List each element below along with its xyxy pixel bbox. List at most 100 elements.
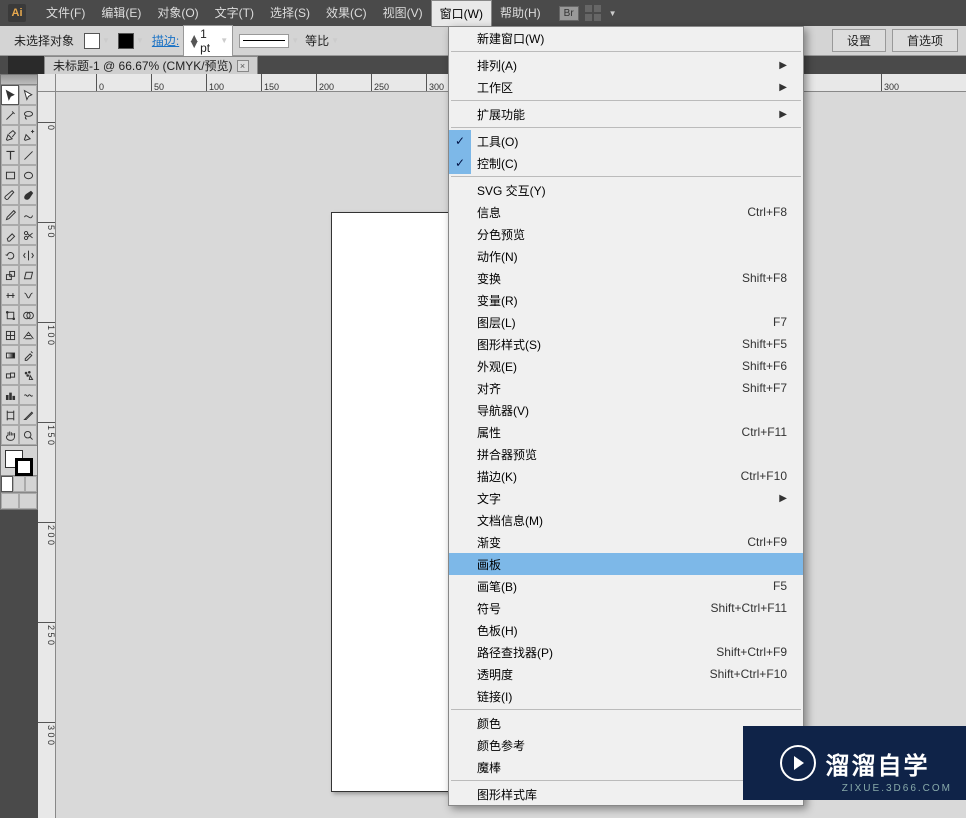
ellipse-tool[interactable] [19, 165, 37, 185]
lasso-tool[interactable] [19, 105, 37, 125]
menu-item-链接[interactable]: 链接(I) [449, 685, 803, 707]
document-tab[interactable]: 未标题-1 @ 66.67% (CMYK/预览) × [44, 56, 258, 74]
rectangle-tool[interactable] [1, 165, 19, 185]
panel-collapse[interactable] [8, 56, 44, 74]
menu-item-SVG 交互[interactable]: SVG 交互(Y) [449, 179, 803, 201]
shape-builder-tool[interactable] [19, 305, 37, 325]
menu-item-符号[interactable]: 符号Shift+Ctrl+F11 [449, 597, 803, 619]
fill-stroke-swatches[interactable] [1, 445, 37, 475]
menu-item-描边[interactable]: 描边(K)Ctrl+F10 [449, 465, 803, 487]
scissors-tool[interactable] [19, 225, 37, 245]
mesh-tool[interactable] [1, 325, 19, 345]
menu-文字[interactable]: 文字(T) [207, 0, 262, 27]
menu-item-色板[interactable]: 色板(H) [449, 619, 803, 641]
artboard-tool[interactable] [1, 405, 19, 425]
scale-tool[interactable] [1, 265, 19, 285]
preferences-button[interactable]: 首选项 [892, 29, 958, 52]
menu-编辑[interactable]: 编辑(E) [93, 0, 149, 27]
menu-item-变换[interactable]: 变换Shift+F8 [449, 267, 803, 289]
menu-item-对齐[interactable]: 对齐Shift+F7 [449, 377, 803, 399]
settings-button[interactable]: 设置 [832, 29, 886, 52]
menu-item-控制[interactable]: ✓ 控制(C) [449, 152, 803, 174]
menu-窗口[interactable]: 窗口(W) [431, 0, 492, 27]
menu-item-工具[interactable]: ✓工具(O) [449, 130, 803, 152]
spray-tool[interactable] [19, 365, 37, 385]
perspective-grid-tool[interactable] [19, 325, 37, 345]
menu-item-文档信息[interactable]: 文档信息(M) [449, 509, 803, 531]
free-transform-tool[interactable] [1, 305, 19, 325]
menu-item-画板[interactable]: 画板 [449, 553, 803, 575]
gradient-tool[interactable] [1, 345, 19, 365]
screen-mode-row[interactable] [1, 492, 37, 509]
shear-tool[interactable] [19, 265, 37, 285]
stroke-link[interactable]: 描边: [152, 32, 179, 49]
bridge-icon[interactable]: Br [559, 6, 579, 21]
menu-文件[interactable]: 文件(F) [38, 0, 93, 27]
reflect-tool[interactable] [19, 245, 37, 265]
wrinkle-tool[interactable] [19, 385, 37, 405]
menu-item-信息[interactable]: 信息Ctrl+F8 [449, 201, 803, 223]
eyedropper-tool[interactable] [19, 345, 37, 365]
pencil-tool[interactable] [1, 205, 19, 225]
menu-item-新建窗口[interactable]: 新建窗口(W) [449, 27, 803, 49]
menu-帮助[interactable]: 帮助(H) [492, 0, 549, 27]
menu-item-label: 控制(C) [477, 155, 518, 172]
menu-item-label: 符号 [477, 600, 501, 617]
menu-item-拼合器预览[interactable]: 拼合器预览 [449, 443, 803, 465]
menu-item-渐变[interactable]: 渐变Ctrl+F9 [449, 531, 803, 553]
stroke-swatch[interactable]: ▼ [118, 33, 144, 49]
smooth-tool[interactable] [19, 205, 37, 225]
line-tool[interactable] [19, 145, 37, 165]
toolbox-grip[interactable] [1, 75, 37, 85]
magic-wand-tool[interactable] [1, 105, 19, 125]
arrange-icon[interactable] [585, 5, 601, 21]
eraser-tool[interactable] [1, 225, 19, 245]
menu-item-分色预览[interactable]: 分色预览 [449, 223, 803, 245]
selection-tool[interactable] [1, 85, 19, 105]
stroke-style[interactable] [239, 34, 289, 48]
hand-tool[interactable] [1, 425, 19, 445]
menu-item-label: 图形样式(S) [477, 336, 541, 353]
close-tab-icon[interactable]: × [237, 60, 249, 72]
blend-tool[interactable] [1, 365, 19, 385]
menu-视图[interactable]: 视图(V) [375, 0, 431, 27]
menu-item-图形样式[interactable]: 图形样式(S)Shift+F5 [449, 333, 803, 355]
menu-item-图层[interactable]: 图层(L)F7 [449, 311, 803, 333]
menu-对象[interactable]: 对象(O) [149, 0, 206, 27]
direct-selection-tool[interactable] [19, 85, 37, 105]
menu-item-工作区[interactable]: 工作区▶ [449, 76, 803, 98]
warp-tool[interactable] [19, 285, 37, 305]
stroke-weight-input[interactable]: ▲▼ 1 pt ▼ [183, 25, 233, 57]
menu-选择[interactable]: 选择(S) [262, 0, 318, 27]
paintbrush-tool[interactable] [1, 185, 19, 205]
column-graph-tool[interactable] [1, 385, 19, 405]
menu-item-文字[interactable]: 文字▶ [449, 487, 803, 509]
menu-item-属性[interactable]: 属性Ctrl+F11 [449, 421, 803, 443]
width-tool[interactable] [1, 285, 19, 305]
ruler-origin[interactable] [38, 74, 56, 92]
menu-item-路径查找器[interactable]: 路径查找器(P)Shift+Ctrl+F9 [449, 641, 803, 663]
fill-swatch[interactable]: ▼ [84, 33, 110, 49]
menu-item-排列[interactable]: 排列(A)▶ [449, 54, 803, 76]
rotate-tool[interactable] [1, 245, 19, 265]
menu-item-画笔[interactable]: 画笔(B)F5 [449, 575, 803, 597]
vertical-ruler[interactable]: 05 01 0 01 5 02 0 02 5 03 0 0 [38, 92, 56, 818]
menu-item-动作[interactable]: 动作(N) [449, 245, 803, 267]
add-anchor-tool[interactable] [19, 125, 37, 145]
menu-item-变量[interactable]: 变量(R) [449, 289, 803, 311]
menu-item-label: 画笔(B) [477, 578, 517, 595]
menu-item-透明度[interactable]: 透明度Shift+Ctrl+F10 [449, 663, 803, 685]
menu-bar: Ai 文件(F)编辑(E)对象(O)文字(T)选择(S)效果(C)视图(V)窗口… [0, 0, 966, 26]
chevron-down-icon[interactable]: ▼ [609, 9, 617, 18]
check-icon: ✓ [449, 152, 471, 174]
type-tool[interactable] [1, 145, 19, 165]
pen-tool[interactable] [1, 125, 19, 145]
blob-brush-tool[interactable] [19, 185, 37, 205]
zoom-tool[interactable] [19, 425, 37, 445]
color-mode-row[interactable] [1, 475, 37, 492]
menu-效果[interactable]: 效果(C) [318, 0, 375, 27]
menu-item-外观[interactable]: 外观(E)Shift+F6 [449, 355, 803, 377]
slice-tool[interactable] [19, 405, 37, 425]
menu-item-导航器[interactable]: 导航器(V) [449, 399, 803, 421]
menu-item-扩展功能[interactable]: 扩展功能▶ [449, 103, 803, 125]
